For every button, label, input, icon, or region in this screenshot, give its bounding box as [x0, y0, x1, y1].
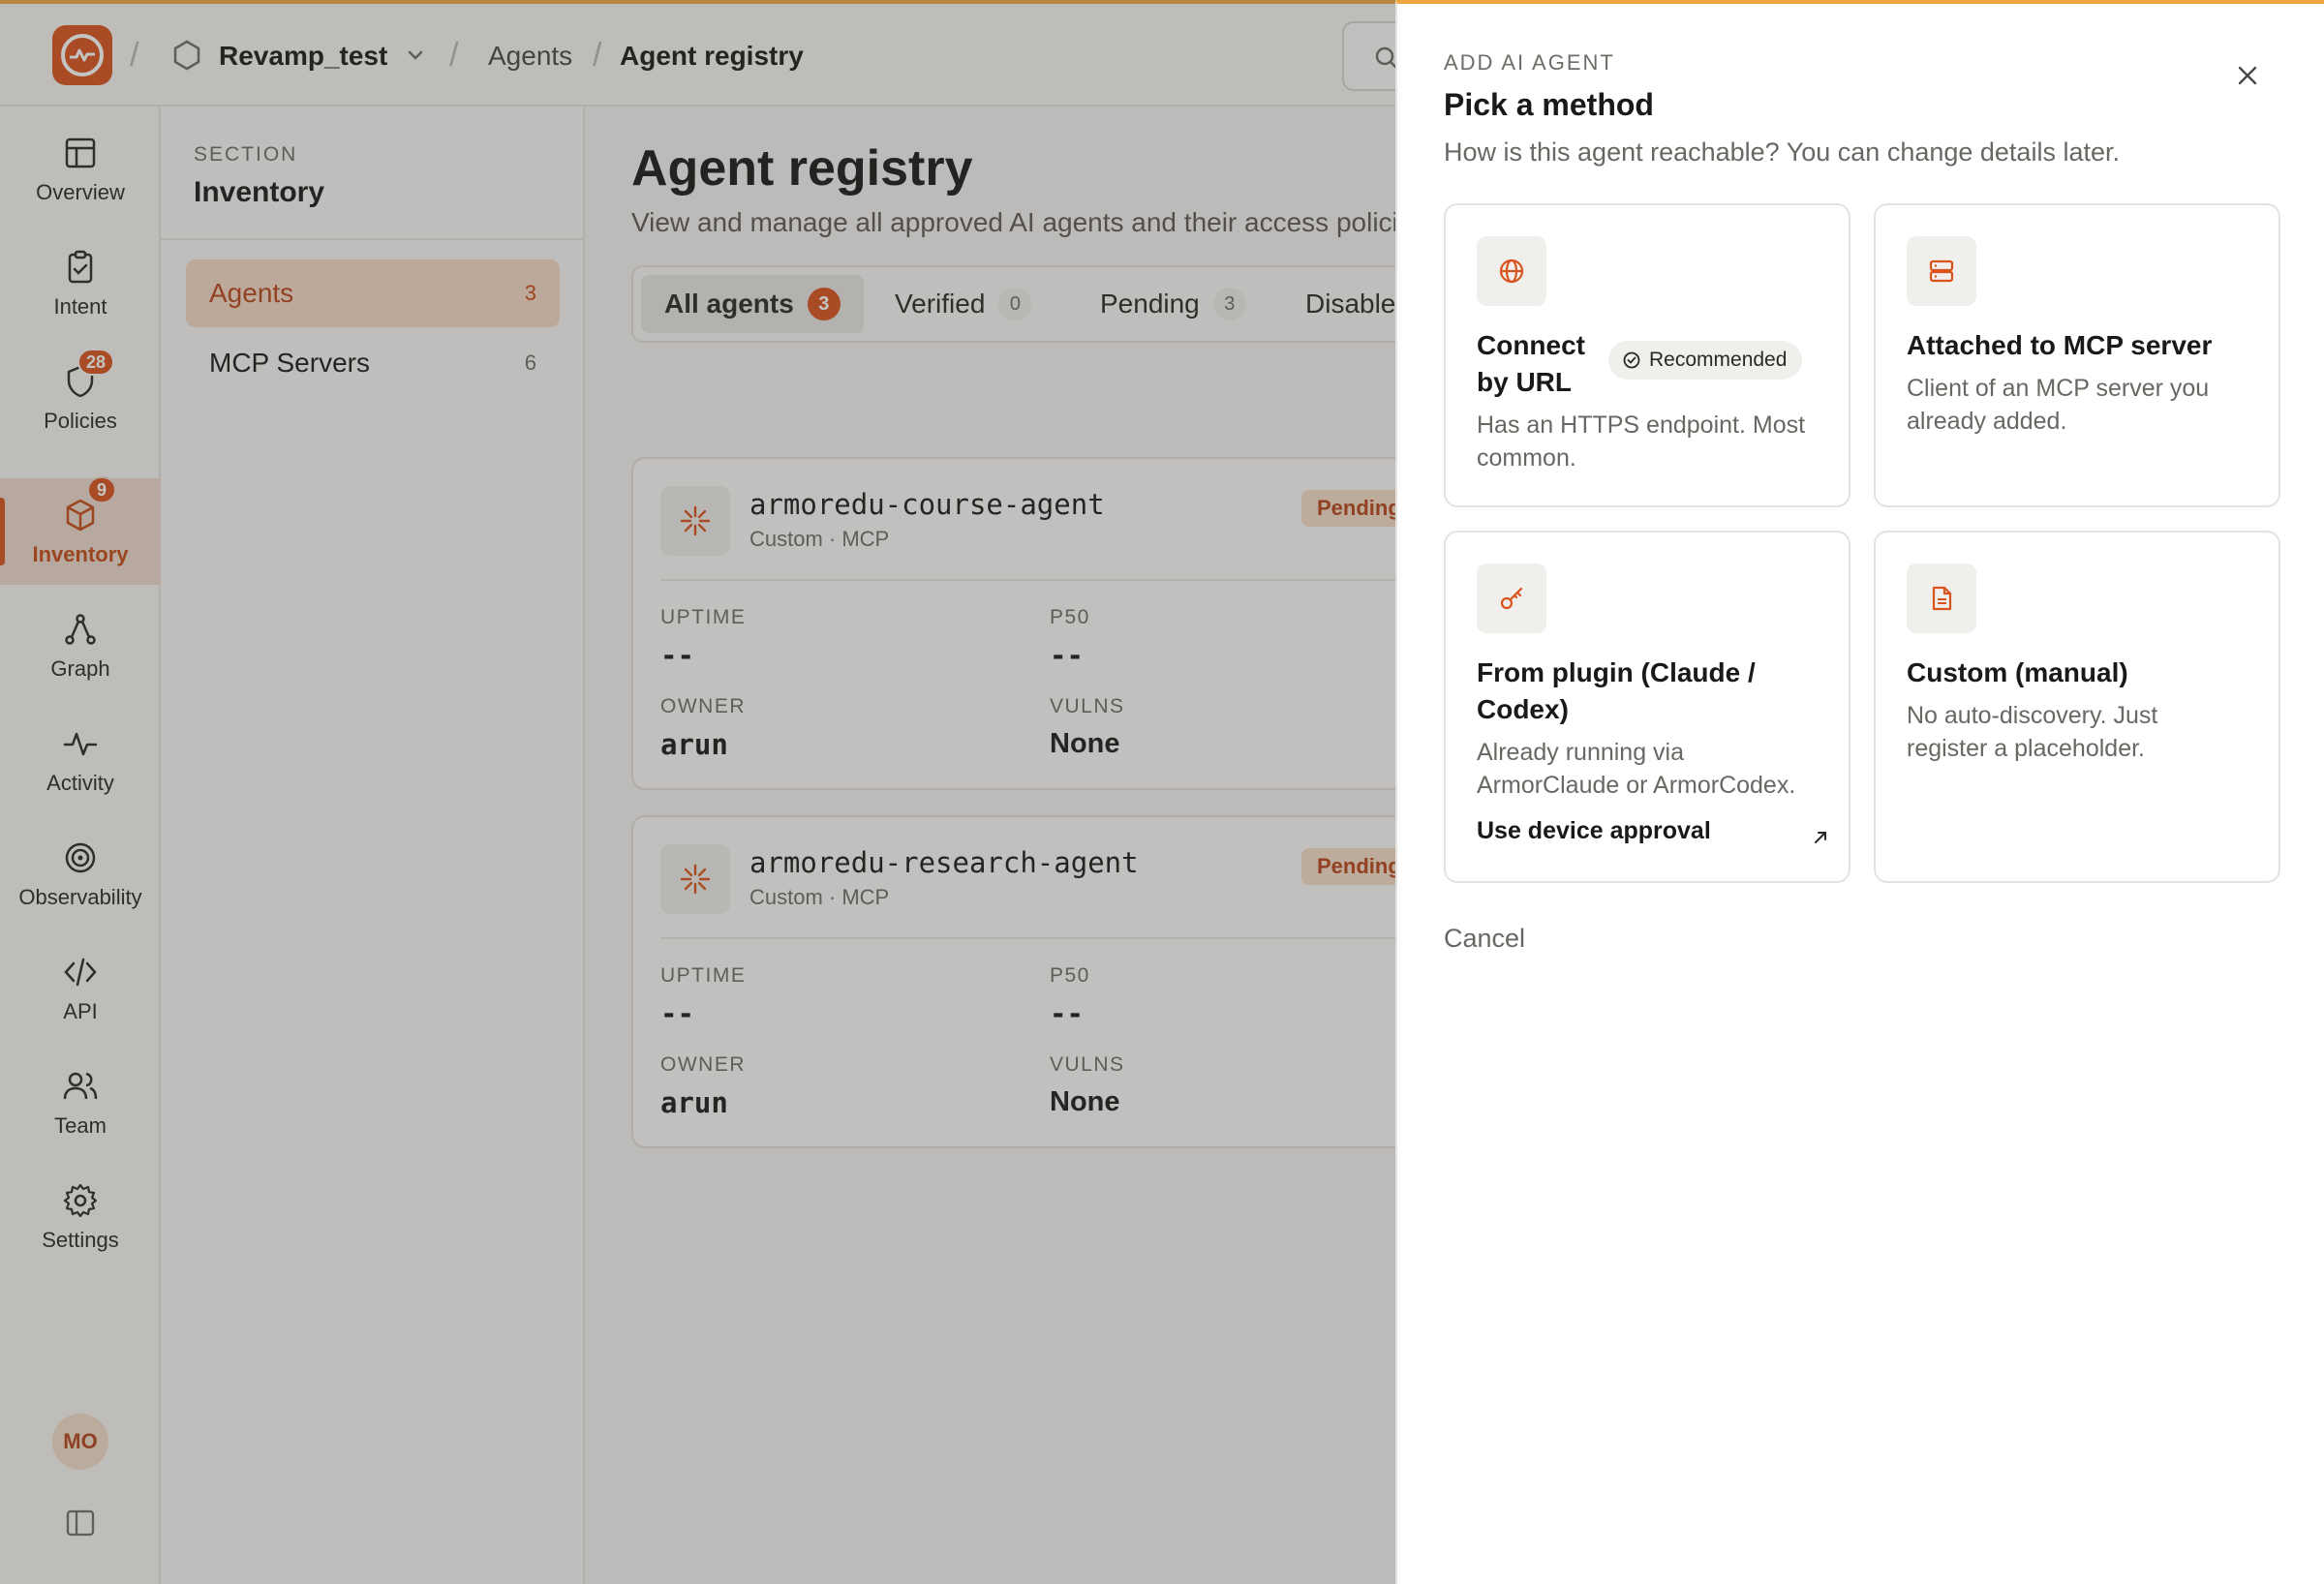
option-description-line: common. — [1477, 444, 1576, 472]
option-title-line: Codex) — [1477, 694, 1569, 724]
option-description: No auto-discovery. Just register a place… — [1907, 699, 2157, 765]
option-icon — [1477, 236, 1546, 306]
option-title: Connect by URL — [1477, 327, 1585, 401]
drawer-title: Pick a method — [1444, 87, 1654, 122]
option-attached-to-mcp-server[interactable]: Attached to MCP server Client of an MCP … — [1874, 203, 2280, 507]
server-icon — [1929, 259, 1954, 283]
option-icon — [1907, 564, 1976, 633]
option-description: Client of an MCP server you already adde… — [1907, 372, 2209, 438]
use-device-approval-link[interactable]: Use device approval — [1477, 817, 1711, 845]
option-icon — [1907, 236, 1976, 306]
badge-label: Recommended — [1649, 349, 1788, 371]
option-description-line: ArmorClaude or ArmorCodex. — [1477, 772, 1796, 799]
modal-backdrop[interactable] — [0, 0, 1395, 1584]
recommended-badge: Recommended — [1608, 341, 1803, 380]
option-description-line: No auto-discovery. Just — [1907, 702, 2158, 729]
close-button[interactable] — [2230, 58, 2265, 93]
option-connect-by-url[interactable]: Connect by URL Recommended Has an HTTPS … — [1444, 203, 1850, 507]
option-title-line: by URL — [1477, 367, 1572, 397]
option-description-line: register a placeholder. — [1907, 735, 2145, 762]
option-from-plugin[interactable]: From plugin (Claude / Codex) Already run… — [1444, 531, 1850, 883]
key-icon — [1500, 587, 1523, 610]
option-title: From plugin (Claude / Codex) — [1477, 655, 1756, 728]
option-description-line: Client of an MCP server you — [1907, 375, 2210, 402]
option-description-line: Already running via — [1477, 739, 1685, 766]
option-custom-manual[interactable]: Custom (manual) No auto-discovery. Just … — [1874, 531, 2280, 883]
option-title: Attached to MCP server — [1907, 330, 2213, 360]
check-circle-icon — [1623, 351, 1640, 369]
drawer-subtitle: How is this agent reachable? You can cha… — [1444, 137, 2120, 167]
option-description-line: Has an HTTPS endpoint. Most — [1477, 411, 1806, 439]
file-icon — [1932, 586, 1952, 611]
drawer-eyebrow: ADD AI AGENT — [1444, 50, 1615, 75]
option-description: Has an HTTPS endpoint. Most common. — [1477, 409, 1805, 474]
option-icon — [1477, 564, 1546, 633]
option-title-line: From plugin (Claude / — [1477, 657, 1756, 687]
option-title-line: Connect — [1477, 330, 1585, 360]
close-icon — [2238, 66, 2257, 85]
option-description: Already running via ArmorClaude or Armor… — [1477, 736, 1795, 802]
cancel-button[interactable]: Cancel — [1444, 924, 1525, 954]
add-agent-drawer: ADD AI AGENT Pick a method How is this a… — [1395, 0, 2324, 1584]
globe-icon — [1499, 259, 1524, 284]
arrow-up-right-icon[interactable] — [1812, 829, 1829, 846]
option-description-line: already added. — [1907, 408, 2067, 435]
option-title: Custom (manual) — [1907, 657, 2128, 687]
